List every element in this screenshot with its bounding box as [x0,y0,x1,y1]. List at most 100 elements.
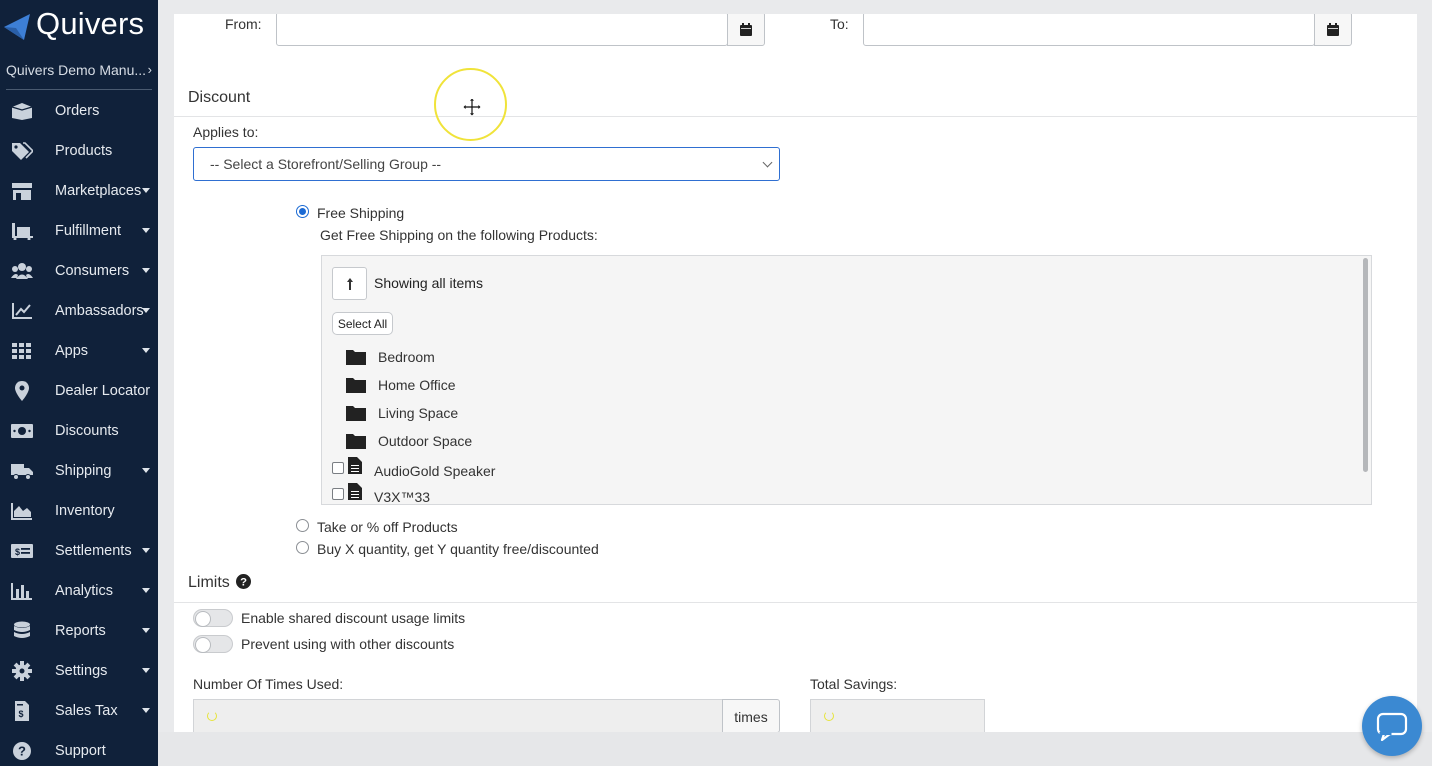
discount-section-title: Discount [188,89,251,106]
loading-spinner-icon [207,711,217,721]
discount-form: From: To: Discount Applies to: -- Select… [174,14,1417,732]
product-name[interactable]: V3X™33 [374,489,430,504]
app-name: Quivers [36,6,145,41]
folder-icon [346,350,366,365]
caret-down-icon [142,228,150,233]
quivers-logo[interactable]: Quivers [0,4,158,46]
buy-x-get-y-label[interactable]: Buy X quantity, get Y quantity free/disc… [317,541,599,557]
browser-scrollbar[interactable] [1363,258,1368,472]
sidebar-item-label: Products [55,143,113,159]
sidebar-item-settlements[interactable]: $ Settlements [0,531,158,571]
question-circle-icon: ? [10,741,34,761]
shared-usage-label: Enable shared discount usage limits [241,610,466,626]
showing-label: Showing all items [374,275,483,291]
sidebar-item-discounts[interactable]: Discounts [0,411,158,451]
folder-icon [346,434,366,449]
account-switcher[interactable]: Quivers Demo Manu... › [6,62,152,90]
box-open-icon [10,101,34,121]
sidebar-item-consumers[interactable]: Consumers [0,251,158,291]
caret-down-icon [142,348,150,353]
sidebar-item-label: Consumers [55,263,130,279]
folder-name: Outdoor Space [378,433,473,449]
sidebar-item-label: Settings [55,663,108,679]
sidebar-item-analytics[interactable]: Analytics [0,571,158,611]
navigate-up-button[interactable] [332,267,367,300]
take-off-radio[interactable] [296,519,309,532]
sidebar-item-shipping[interactable]: Shipping [0,451,158,491]
sidebar-item-label: Orders [55,103,100,119]
question-circle-icon[interactable]: ? [236,574,252,589]
folder-item[interactable]: Living Space [346,401,946,425]
svg-text:$: $ [15,547,20,557]
folder-name: Living Space [378,405,459,421]
money-bill-icon [10,421,34,441]
free-shipping-label[interactable]: Free Shipping [317,205,404,221]
caret-down-icon [142,588,150,593]
caret-down-icon [142,468,150,473]
prevent-combine-toggle[interactable] [193,635,233,653]
storefront-select[interactable]: -- Select a Storefront/Selling Group -- [193,147,780,181]
limits-section-title: Limits ? [188,574,252,592]
divider [174,602,1417,603]
folder-icon [346,378,366,393]
sidebar-item-marketplaces[interactable]: Marketplaces [0,171,158,211]
product-checkbox[interactable] [332,488,344,500]
users-icon [10,261,34,281]
calendar-icon [740,22,752,36]
total-savings-label: Total Savings: [810,676,898,692]
sidebar-item-sales-tax[interactable]: $ Sales Tax [0,691,158,731]
product-item: AudioGold Speaker [332,457,932,481]
sidebar-item-label: Marketplaces [55,183,142,199]
chat-button[interactable] [1362,696,1422,756]
sidebar-item-label: Support [55,743,106,759]
sidebar-item-fulfillment[interactable]: Fulfillment [0,211,158,251]
folder-name: Bedroom [378,349,435,365]
take-off-label[interactable]: Take or % off Products [317,519,458,535]
store-icon [10,181,34,201]
sidebar-item-settings[interactable]: Settings [0,651,158,691]
storefront-select-value: -- Select a Storefront/Selling Group -- [210,156,442,172]
bottom-bar [158,732,1432,766]
folder-icon [346,406,366,421]
database-icon [10,621,34,641]
folder-item[interactable]: Home Office [346,373,946,397]
file-invoice-dollar-icon: $ [10,701,34,721]
free-shipping-radio[interactable] [296,205,309,218]
buy-x-get-y-radio[interactable] [296,541,309,554]
folder-item[interactable]: Bedroom [346,345,946,369]
bar-chart-icon [10,581,34,601]
account-name: Quivers Demo Manu... [6,62,147,78]
limits-title: Limits [188,574,230,591]
chevron-right-icon: › [147,62,152,77]
from-date-input[interactable] [276,14,728,46]
sidebar-item-products[interactable]: Products [0,131,158,171]
tags-icon [10,141,34,161]
applies-to-label: Applies to: [193,124,259,140]
sidebar-nav: Orders Products Marketplaces Fulfillment Con… [0,91,158,766]
product-name[interactable]: AudioGold Speaker [374,463,495,479]
sidebar-item-label: Dealer Locator [55,383,151,399]
to-date-input[interactable] [863,14,1315,46]
times-used-label: Number Of Times Used: [193,676,344,692]
sidebar-item-support[interactable]: ? Support [0,731,158,766]
folder-item[interactable]: Outdoor Space [346,429,946,453]
level-up-icon [346,277,353,290]
sidebar-item-ambassadors[interactable]: Ambassadors [0,291,158,331]
svg-text:?: ? [18,744,26,759]
sidebar-item-orders[interactable]: Orders [0,91,158,131]
sidebar-item-inventory[interactable]: Inventory [0,491,158,531]
caret-down-icon [142,308,150,313]
caret-down-icon [142,548,150,553]
sidebar-item-label: Sales Tax [55,703,118,719]
sidebar-item-reports[interactable]: Reports [0,611,158,651]
sidebar-item-apps[interactable]: Apps [0,331,158,371]
product-checkbox[interactable] [332,462,344,474]
to-calendar-button[interactable] [1314,14,1352,46]
chat-bubble-icon [1376,712,1408,741]
sidebar-item-dealer-locator[interactable]: Dealer Locator [0,371,158,411]
shared-usage-toggle[interactable] [193,609,233,627]
from-calendar-button[interactable] [727,14,765,46]
select-all-button[interactable]: Select All [332,312,393,335]
caret-down-icon [142,668,150,673]
prevent-combine-label: Prevent using with other discounts [241,636,455,652]
